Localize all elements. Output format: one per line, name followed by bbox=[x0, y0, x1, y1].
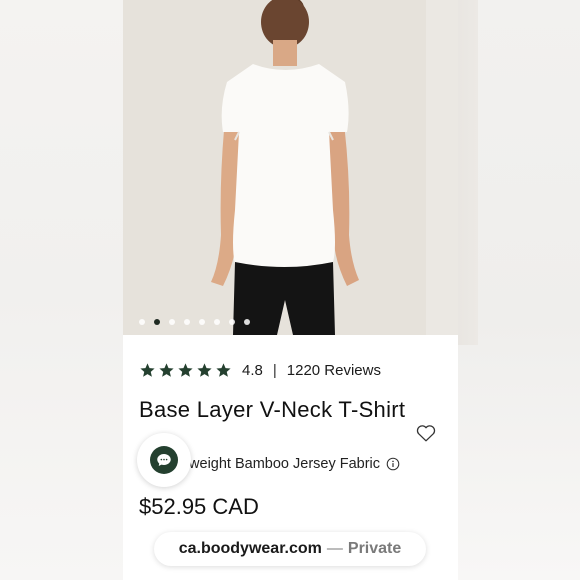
carousel-dot[interactable] bbox=[139, 319, 145, 325]
star-rating bbox=[139, 362, 232, 379]
background-right bbox=[438, 0, 580, 580]
carousel-dot[interactable] bbox=[184, 319, 190, 325]
private-mode-label: Private bbox=[347, 540, 402, 557]
product-subtitle-row: tweight Bamboo Jersey Fabric bbox=[185, 456, 400, 472]
rating-separator: | bbox=[272, 362, 277, 379]
carousel-dot[interactable] bbox=[169, 319, 175, 325]
product-image[interactable] bbox=[123, 0, 426, 335]
url-separator: — bbox=[326, 540, 343, 557]
product-card: 4.8 | 1220 Reviews Base Layer V-Neck T-S… bbox=[123, 0, 458, 580]
star-icon bbox=[178, 363, 193, 377]
carousel-dot[interactable] bbox=[199, 319, 205, 325]
product-subtitle: tweight Bamboo Jersey Fabric bbox=[185, 456, 381, 472]
chat-button[interactable] bbox=[137, 433, 191, 487]
next-image-peek[interactable] bbox=[426, 0, 458, 335]
url-domain: ca.boodywear.com bbox=[178, 540, 322, 557]
chat-bubble-icon bbox=[150, 446, 178, 474]
product-photo-illustration bbox=[123, 0, 426, 335]
heart-outline-icon[interactable] bbox=[415, 422, 437, 444]
rating-value: 4.8 bbox=[242, 362, 263, 379]
star-icon bbox=[216, 363, 231, 377]
background-left bbox=[0, 0, 123, 580]
carousel-dot[interactable] bbox=[214, 319, 220, 325]
carousel-dot-active[interactable] bbox=[154, 319, 160, 325]
carousel-dot[interactable] bbox=[244, 319, 250, 325]
browser-address-bar[interactable]: ca.boodywear.com — Private bbox=[154, 532, 426, 566]
rating-row[interactable]: 4.8 | 1220 Reviews bbox=[139, 362, 381, 379]
star-icon bbox=[140, 363, 155, 377]
star-icon bbox=[197, 363, 212, 377]
star-icon bbox=[159, 363, 174, 377]
carousel-dot[interactable] bbox=[229, 319, 235, 325]
info-circle-icon[interactable] bbox=[386, 457, 400, 471]
review-count-link[interactable]: 1220 Reviews bbox=[287, 362, 381, 379]
product-price: $52.95 CAD bbox=[139, 494, 259, 519]
product-title: Base Layer V-Neck T-Shirt bbox=[139, 397, 406, 422]
carousel-dots bbox=[139, 319, 250, 325]
